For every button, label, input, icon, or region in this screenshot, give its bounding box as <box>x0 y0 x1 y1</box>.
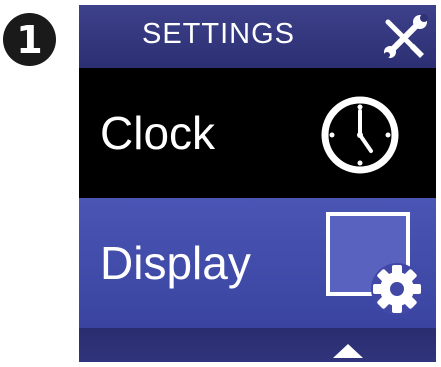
clock-icon <box>321 96 399 174</box>
up-arrow-icon[interactable] <box>333 344 363 358</box>
wrench-screwdriver-icon <box>384 14 428 58</box>
step-number: 1 <box>16 17 43 62</box>
step-number-badge: 1 <box>3 13 56 66</box>
page-title: SETTINGS <box>142 18 296 50</box>
scroll-footer <box>79 328 436 362</box>
settings-header: SETTINGS <box>79 5 436 68</box>
display-settings-icon <box>326 212 423 315</box>
menu-item-clock[interactable]: Clock <box>79 68 436 198</box>
menu-item-label: Clock <box>100 107 216 159</box>
device-screen: SETTINGS Clock Display <box>79 5 436 362</box>
menu-item-display[interactable]: Display <box>79 198 436 328</box>
menu-item-label: Display <box>100 237 251 289</box>
